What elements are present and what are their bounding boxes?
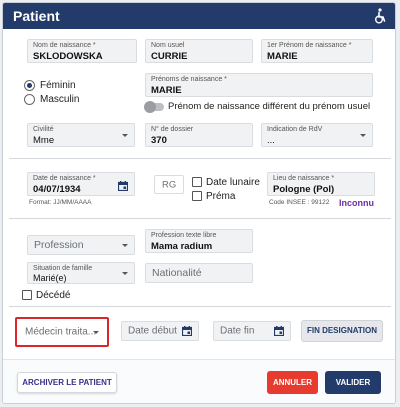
first-given-name-value: MARIE bbox=[267, 51, 298, 62]
profession-placeholder: Profession bbox=[34, 239, 84, 251]
family-status-value: Marié(e) bbox=[33, 273, 67, 283]
birth-place-label: Lieu de naissance * bbox=[273, 175, 335, 182]
usual-name-label: Nom usuel bbox=[151, 42, 185, 49]
insee-status: Inconnu bbox=[339, 198, 374, 208]
chevron-down-icon bbox=[122, 134, 128, 137]
patient-panel: Patient Nom de naissance * SKLODOWSKA No… bbox=[2, 2, 396, 404]
given-names-value: MARIE bbox=[151, 85, 182, 96]
nationality-placeholder: Nationalité bbox=[152, 267, 202, 279]
section-divider bbox=[9, 218, 391, 219]
panel-title: Patient bbox=[13, 8, 60, 24]
treating-doctor-select[interactable]: Médecin traita... bbox=[18, 320, 106, 344]
civility-label: Civilité bbox=[33, 126, 54, 133]
end-date-placeholder: Date fin bbox=[220, 325, 255, 337]
wheelchair-icon[interactable] bbox=[373, 8, 387, 24]
sex-male-radio[interactable] bbox=[24, 94, 35, 105]
deceased-checkbox[interactable] bbox=[22, 290, 32, 300]
civility-select[interactable]: Civilité Mme bbox=[27, 123, 135, 147]
sex-female-radio[interactable] bbox=[24, 80, 35, 91]
end-date-field[interactable]: Date fin bbox=[213, 321, 291, 341]
archive-patient-button[interactable]: ARCHIVER LE PATIENT bbox=[17, 372, 117, 393]
end-designation-button[interactable]: FIN DESIGNATION bbox=[301, 320, 383, 342]
usual-name-field[interactable]: Nom usuel CURRIE bbox=[145, 39, 253, 63]
treating-doctor-placeholder: Médecin traita... bbox=[25, 326, 97, 338]
different-first-name-label: Prénom de naissance différent du prénom … bbox=[168, 101, 371, 112]
different-first-name-toggle[interactable] bbox=[144, 101, 164, 113]
usual-name-value: CURRIE bbox=[151, 51, 188, 62]
given-names-label: Prénoms de naissance * bbox=[151, 76, 227, 83]
birth-date-value: 04/07/1934 bbox=[33, 184, 81, 195]
given-names-field[interactable]: Prénoms de naissance * MARIE bbox=[145, 73, 373, 97]
section-divider bbox=[9, 306, 391, 307]
birth-date-label: Date de naissance * bbox=[33, 175, 96, 182]
birth-name-field[interactable]: Nom de naissance * SKLODOWSKA bbox=[27, 39, 137, 63]
lunar-date-checkbox[interactable] bbox=[192, 177, 202, 187]
birth-place-field[interactable]: Lieu de naissance * Pologne (Pol) bbox=[267, 172, 375, 196]
section-divider bbox=[9, 158, 391, 159]
calendar-icon[interactable] bbox=[182, 326, 192, 336]
first-given-name-label: 1er Prénom de naissance * bbox=[267, 42, 352, 49]
birth-place-value: Pologne (Pol) bbox=[273, 184, 335, 195]
sex-male-label: Masculin bbox=[40, 94, 80, 105]
profession-free-value: Mama radium bbox=[151, 241, 213, 252]
rg-field[interactable]: RG bbox=[154, 175, 184, 194]
civility-value: Mme bbox=[33, 135, 55, 146]
chevron-down-icon bbox=[93, 331, 99, 334]
rdv-value: ... bbox=[267, 135, 275, 146]
panel-header: Patient bbox=[3, 3, 395, 29]
chevron-down-icon bbox=[122, 244, 128, 247]
family-status-select[interactable]: Situation de famille Marié(e) bbox=[27, 262, 135, 284]
start-date-field[interactable]: Date début bbox=[121, 321, 199, 341]
rdv-select[interactable]: Indication de RdV ... bbox=[261, 123, 373, 147]
birth-date-field[interactable]: Date de naissance * 04/07/1934 bbox=[27, 172, 135, 196]
profession-select[interactable]: Profession bbox=[27, 235, 135, 255]
profession-free-field[interactable]: Profession texte libre Mama radium bbox=[145, 229, 253, 253]
lunar-date-label: Date lunaire bbox=[206, 177, 260, 188]
start-date-placeholder: Date début bbox=[128, 325, 177, 337]
family-status-label: Situation de famille bbox=[33, 265, 93, 272]
file-number-label: N° de dossier bbox=[151, 126, 194, 133]
validate-button[interactable]: VALIDER bbox=[325, 371, 381, 394]
date-format-hint: Format: JJ/MM/AAAA bbox=[29, 199, 92, 206]
sex-female-label: Féminin bbox=[40, 80, 76, 91]
prema-label: Préma bbox=[206, 191, 236, 202]
nationality-field[interactable]: Nationalité bbox=[145, 263, 253, 283]
birth-name-label: Nom de naissance * bbox=[33, 42, 96, 49]
chevron-down-icon bbox=[360, 134, 366, 137]
deceased-label: Décédé bbox=[36, 290, 71, 301]
rdv-label: Indication de RdV bbox=[267, 126, 323, 133]
first-given-name-field[interactable]: 1er Prénom de naissance * MARIE bbox=[261, 39, 373, 63]
chevron-down-icon bbox=[122, 272, 128, 275]
form-footer: ARCHIVER LE PATIENT ANNULER VALIDER bbox=[3, 359, 395, 403]
file-number-value: 370 bbox=[151, 135, 167, 146]
calendar-icon[interactable] bbox=[274, 326, 284, 336]
prema-checkbox[interactable] bbox=[192, 191, 202, 201]
insee-hint: Code INSEE : 99122 bbox=[269, 199, 330, 206]
birth-name-value: SKLODOWSKA bbox=[33, 51, 103, 62]
cancel-button[interactable]: ANNULER bbox=[267, 371, 318, 394]
profession-free-label: Profession texte libre bbox=[151, 232, 217, 239]
rg-label: RG bbox=[162, 179, 177, 190]
calendar-icon[interactable] bbox=[118, 181, 128, 191]
file-number-field[interactable]: N° de dossier 370 bbox=[145, 123, 253, 147]
